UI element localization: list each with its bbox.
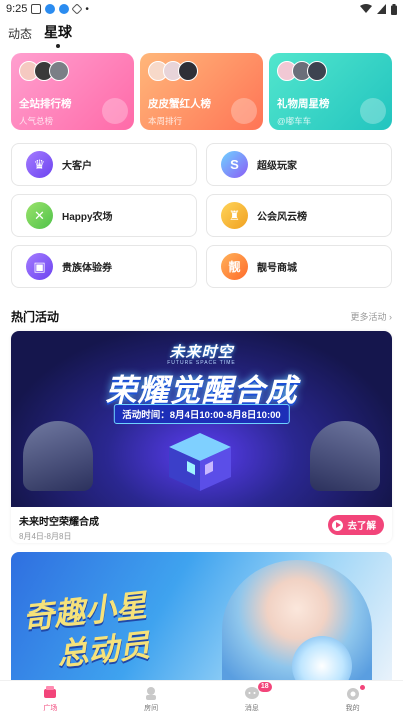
shop-icon: 靓 [221,253,248,280]
nav-label: 我的 [345,705,360,712]
crown-icon: ♛ [26,151,53,178]
feature-vip-customer[interactable]: ♛ 大客户 [11,143,197,186]
battery-icon [391,3,397,15]
room-icon [142,684,160,702]
nav-plaza[interactable]: 广场 [0,681,101,716]
download-notification-icon-2 [59,4,70,14]
feature-grid: ♛ 大客户 S 超级玩家 ✕ Happy农场 ♜ 公会风云榜 ▣ 贵族体验券 靓… [11,143,392,288]
ticket-icon: ▣ [26,253,53,280]
avatar-group [19,61,126,83]
more-activities-link[interactable]: 更多活动 › [350,310,392,323]
banner2-title: 奇趣小星 总动员 [21,586,153,679]
trophy-icon: ♜ [221,202,248,229]
section-header: 热门活动 更多活动 › [11,308,392,325]
status-time: 9:25 [6,3,28,15]
activity-date: 8月4日-8月8日 [19,532,72,541]
bottom-nav: 广场 房间 18 消息 我的 [0,680,403,716]
feature-happy-farm[interactable]: ✕ Happy农场 [11,194,197,237]
feature-label: 贵族体验券 [62,263,112,274]
download-notification-icon [45,4,56,14]
plaza-icon [41,684,59,702]
learn-more-label: 去了解 [347,521,376,532]
star-icon [231,98,257,124]
banner-brand: 未来时空 [169,344,234,361]
rank-cards: 全站排行榜 人气总榜 皮皮蟹红人榜 本周排行 礼物周星榜 @嘟车车 [11,53,392,130]
activity-info: 未来时空荣耀合成 8月4日-8月8日 去了解 [11,507,392,543]
feature-label: 靓号商城 [257,263,297,274]
feature-label: Happy农场 [62,212,113,223]
box-notification-icon [71,3,84,15]
top-tabs: 动态 星球 [8,22,72,48]
feature-noble-voucher[interactable]: ▣ 贵族体验券 [11,245,197,288]
learn-more-button[interactable]: 去了解 [328,515,384,535]
gamepad-icon: S [221,151,248,178]
chevron-right-icon: › [389,312,392,322]
activity-card[interactable]: 未来时空 FUTURE SPACE TIME 荣耀觉醒合成 活动时间：8月4日1… [11,331,392,543]
tab-dynamics[interactable]: 动态 [8,25,32,42]
gallery-notification-icon [31,4,42,14]
play-icon [332,519,344,531]
unread-dot [359,685,365,690]
feature-guild-ranking[interactable]: ♜ 公会风云榜 [206,194,392,237]
more-activities-label: 更多活动 [350,312,387,322]
nav-label: 房间 [144,705,159,712]
profile-icon [344,684,362,702]
nav-room[interactable]: 房间 [101,681,202,716]
avatar [178,61,198,81]
activity-banner[interactable]: 未来时空 FUTURE SPACE TIME 荣耀觉醒合成 活动时间：8月4日1… [11,331,392,507]
trophy-icon [102,98,128,124]
feature-label: 公会风云榜 [257,212,307,223]
tab-planet[interactable]: 星球 [44,22,72,48]
wifi-icon [360,4,372,13]
nav-profile[interactable]: 我的 [302,681,403,716]
avatar [307,61,327,81]
signal-icon [377,4,386,14]
avatar-group [148,61,255,83]
avatar [49,61,69,81]
feature-label: 超级玩家 [257,161,297,172]
feature-label: 大客户 [62,161,92,172]
feature-super-player[interactable]: S 超级玩家 [206,143,392,186]
status-bar: 9:25 • [0,0,403,18]
section-title: 热门活动 [11,310,60,324]
nav-label: 消息 [244,705,259,712]
message-count-badge: 18 [257,682,272,692]
activity-banner-2[interactable]: 奇趣小星 总动员 [11,552,392,682]
avatar-group [277,61,384,83]
rank-card-site[interactable]: 全站排行榜 人气总榜 [11,53,134,130]
feature-pretty-number-shop[interactable]: 靓 靓号商城 [206,245,392,288]
cube-icon [169,433,231,491]
farm-icon: ✕ [26,202,53,229]
nav-messages[interactable]: 18 消息 [202,681,303,716]
banner-time: 活动时间：8月4日10:00-8月8日10:00 [113,404,290,424]
rank-card-gift[interactable]: 礼物周星榜 @嘟车车 [269,53,392,130]
robot-arm-left-icon [23,421,93,491]
more-notifications-dot-icon: • [85,3,89,15]
rank-card-crab[interactable]: 皮皮蟹红人榜 本周排行 [140,53,263,130]
nav-label: 广场 [43,705,58,712]
star-icon [360,98,386,124]
robot-arm-right-icon [310,421,380,491]
